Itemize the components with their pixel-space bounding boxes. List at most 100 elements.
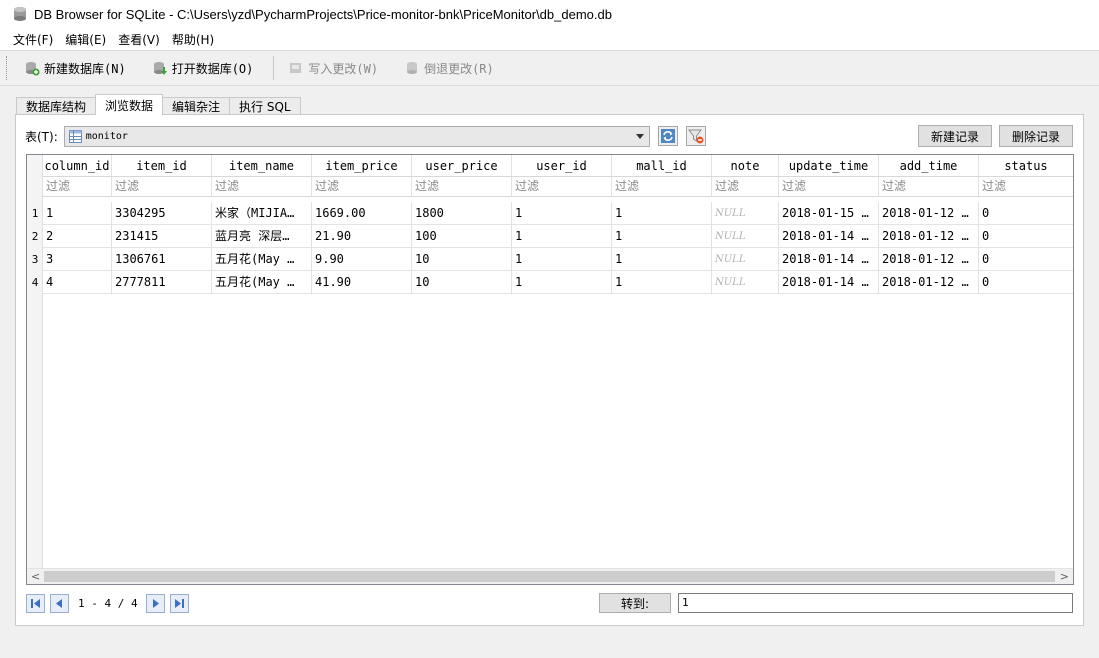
first-page-button[interactable] <box>26 593 45 613</box>
table-cell[interactable]: 0 <box>979 248 1073 270</box>
table-cell[interactable]: 1 <box>512 271 612 293</box>
column-header-mall-id[interactable]: mall_id <box>612 155 712 176</box>
table-cell[interactable]: NULL <box>712 202 779 224</box>
table-cell[interactable]: 0 <box>979 202 1073 224</box>
row-number[interactable]: 4 <box>27 271 43 294</box>
table-row[interactable]: 2 231415 蓝月亮 深层… 21.90 100 1 1 NULL 2018-01-14 …… <box>43 225 1073 248</box>
row-number[interactable]: 2 <box>27 225 43 248</box>
table-cell[interactable]: 2018-01-12 … <box>879 225 979 247</box>
table-cell[interactable]: 1 <box>612 271 712 293</box>
goto-input[interactable]: 1 <box>678 593 1073 613</box>
table-cell[interactable]: 1306761 <box>112 248 212 270</box>
table-cell[interactable]: 0 <box>979 271 1073 293</box>
table-cell[interactable]: 1 <box>512 248 612 270</box>
horizontal-scrollbar[interactable]: < > <box>27 568 1073 584</box>
write-changes-button[interactable]: 写入更改(W) <box>282 58 384 79</box>
table-cell[interactable]: 21.90 <box>312 225 412 247</box>
table-row[interactable]: 4 2777811 五月花(May … 41.90 10 1 1 NULL 2018-01-14… <box>43 271 1073 294</box>
table-cell[interactable]: 五月花(May … <box>212 271 312 293</box>
filter-input-column-id[interactable]: 过滤 <box>43 177 112 196</box>
tab-database-structure[interactable]: 数据库结构 <box>16 97 97 115</box>
table-cell[interactable]: 9.90 <box>312 248 412 270</box>
column-header-note[interactable]: note <box>712 155 779 176</box>
table-cell[interactable]: 2018-01-12 … <box>879 202 979 224</box>
refresh-button[interactable] <box>657 126 678 146</box>
filter-input-item-id[interactable]: 过滤 <box>112 177 212 196</box>
column-header-update-time[interactable]: update_time <box>779 155 879 176</box>
column-header-user-id[interactable]: user_id <box>512 155 612 176</box>
table-cell[interactable]: NULL <box>712 248 779 270</box>
table-cell[interactable]: 蓝月亮 深层… <box>212 225 312 247</box>
table-cell[interactable]: 米家（MIJIA… <box>212 202 312 224</box>
new-database-button[interactable]: 新建数据库(N) <box>18 58 132 79</box>
column-header-status[interactable]: status <box>979 155 1073 176</box>
menu-help[interactable]: 帮助(H) <box>167 31 219 48</box>
column-header-column-id[interactable]: column_id <box>43 155 112 176</box>
tab-browse-data[interactable]: 浏览数据 <box>95 94 164 115</box>
table-cell[interactable]: 2777811 <box>112 271 212 293</box>
row-number[interactable]: 3 <box>27 248 43 271</box>
table-cell[interactable]: 1669.00 <box>312 202 412 224</box>
filter-input-update-time[interactable]: 过滤 <box>779 177 879 196</box>
filter-input-item-price[interactable]: 过滤 <box>312 177 412 196</box>
table-cell[interactable]: 2018-01-14 … <box>779 248 879 270</box>
table-cell[interactable]: 100 <box>412 225 512 247</box>
table-cell[interactable]: NULL <box>712 271 779 293</box>
table-cell[interactable]: 2018-01-14 … <box>779 271 879 293</box>
table-cell[interactable]: 10 <box>412 248 512 270</box>
table-cell[interactable]: 2018-01-15 … <box>779 202 879 224</box>
revert-changes-button[interactable]: 倒退更改(R) <box>398 58 500 79</box>
tab-execute-sql[interactable]: 执行 SQL <box>229 97 301 115</box>
table-cell[interactable]: 1800 <box>412 202 512 224</box>
table-cell[interactable]: 2018-01-14 … <box>779 225 879 247</box>
column-header-item-name[interactable]: item_name <box>212 155 312 176</box>
menu-edit[interactable]: 编辑(E) <box>60 31 111 48</box>
clear-filters-button[interactable] <box>685 126 706 146</box>
table-cell[interactable]: 2018-01-12 … <box>879 271 979 293</box>
previous-page-button[interactable] <box>50 593 69 613</box>
column-header-item-price[interactable]: item_price <box>312 155 412 176</box>
goto-button[interactable]: 转到: <box>599 593 671 613</box>
table-row[interactable]: 3 1306761 五月花(May … 9.90 10 1 1 NULL 2018-01-14 … <box>43 248 1073 271</box>
filter-input-item-name[interactable]: 过滤 <box>212 177 312 196</box>
filter-input-note[interactable]: 过滤 <box>712 177 779 196</box>
toolbar-grip[interactable] <box>6 56 10 80</box>
table-cell[interactable]: 41.90 <box>312 271 412 293</box>
row-number[interactable]: 1 <box>27 202 43 225</box>
column-header-item-id[interactable]: item_id <box>112 155 212 176</box>
table-cell[interactable]: 2 <box>43 225 112 247</box>
tab-edit-pragmas[interactable]: 编辑杂注 <box>162 97 231 115</box>
filter-input-add-time[interactable]: 过滤 <box>879 177 979 196</box>
table-cell[interactable]: 3 <box>43 248 112 270</box>
next-page-button[interactable] <box>145 593 165 613</box>
table-cell[interactable]: 10 <box>412 271 512 293</box>
table-row[interactable]: 1 3304295 米家（MIJIA… 1669.00 1800 1 1 NULL 2018-0… <box>43 202 1073 225</box>
delete-record-button[interactable]: 删除记录 <box>999 125 1073 147</box>
filter-input-status[interactable]: 过滤 <box>979 177 1073 196</box>
scroll-left-icon[interactable]: < <box>31 571 40 583</box>
filter-input-user-id[interactable]: 过滤 <box>512 177 612 196</box>
table-cell[interactable]: 0 <box>979 225 1073 247</box>
table-cell[interactable]: 1 <box>512 225 612 247</box>
new-record-button[interactable]: 新建记录 <box>918 125 992 147</box>
scrollbar-thumb[interactable] <box>44 571 1055 582</box>
table-cell[interactable]: 231415 <box>112 225 212 247</box>
table-cell[interactable]: NULL <box>712 225 779 247</box>
column-header-add-time[interactable]: add_time <box>879 155 979 176</box>
table-cell[interactable]: 4 <box>43 271 112 293</box>
scroll-right-icon[interactable]: > <box>1060 571 1069 583</box>
last-page-button[interactable] <box>169 593 189 613</box>
filter-input-user-price[interactable]: 过滤 <box>412 177 512 196</box>
table-cell[interactable]: 2018-01-12 … <box>879 248 979 270</box>
table-cell[interactable]: 五月花(May … <box>212 248 312 270</box>
filter-input-mall-id[interactable]: 过滤 <box>612 177 712 196</box>
table-cell[interactable]: 1 <box>512 202 612 224</box>
table-cell[interactable]: 1 <box>612 248 712 270</box>
table-cell[interactable]: 3304295 <box>112 202 212 224</box>
table-cell[interactable]: 1 <box>612 202 712 224</box>
menu-view[interactable]: 查看(V) <box>113 31 165 48</box>
table-select[interactable]: monitor <box>63 125 650 147</box>
menu-file[interactable]: 文件(F) <box>8 31 58 48</box>
column-header-user-price[interactable]: user_price <box>412 155 512 176</box>
table-cell[interactable]: 1 <box>43 202 112 224</box>
